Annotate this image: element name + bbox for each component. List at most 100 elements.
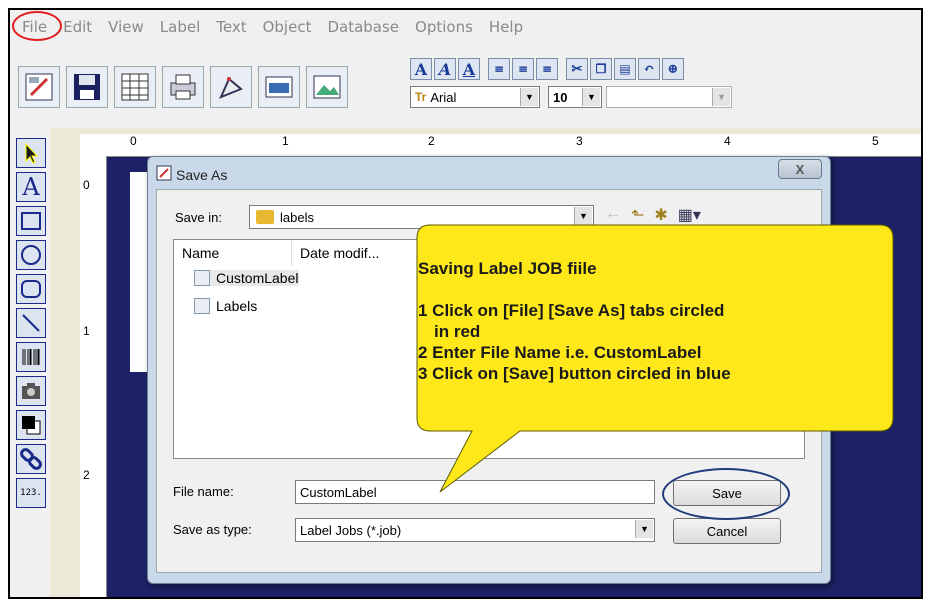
label-preview-button[interactable]	[258, 66, 300, 108]
callout-title: Saving Label JOB fiile	[418, 259, 597, 278]
font-size-value: 10	[553, 89, 568, 105]
file-name-input[interactable]: CustomLabel	[295, 480, 655, 504]
column-header-date[interactable]: Date modif...	[292, 240, 422, 266]
menu-text[interactable]: Text	[208, 18, 254, 36]
chevron-down-icon[interactable]: ▼	[574, 207, 592, 225]
ellipse-tool[interactable]	[16, 240, 46, 270]
ellipse-icon	[21, 245, 41, 265]
picture-icon	[313, 75, 341, 99]
bold-button[interactable]: A	[410, 58, 432, 80]
align-center-button[interactable]: ≡	[512, 58, 534, 80]
column-header-name[interactable]: Name	[174, 240, 292, 266]
font-size-select[interactable]: 10 ▼	[548, 86, 602, 108]
folder-nav-toolbar: ← ⬑ ✱ ▦▾	[605, 205, 701, 225]
save-in-label: Save in:	[175, 210, 222, 225]
align-right-icon: ≡	[541, 62, 553, 76]
chevron-down-icon[interactable]: ▼	[635, 520, 653, 538]
menu-object[interactable]: Object	[255, 18, 320, 36]
vertical-ruler: 0 1 2	[80, 156, 107, 597]
camera-icon	[22, 383, 40, 399]
save-in-select[interactable]: labels ▼	[249, 205, 594, 229]
copy-button[interactable]: ❐	[590, 58, 612, 80]
color-tool[interactable]	[16, 410, 46, 440]
align-left-button[interactable]: ≡	[488, 58, 510, 80]
chevron-down-icon[interactable]: ▼	[520, 88, 538, 106]
printer-icon	[170, 74, 196, 100]
callout-line: 2 Enter File Name i.e. CustomLabel	[418, 343, 702, 362]
rectangle-tool[interactable]	[16, 206, 46, 236]
barcode-tool[interactable]	[16, 342, 46, 372]
file-name-value: CustomLabel	[300, 484, 377, 500]
list-item[interactable]: Labels	[194, 298, 257, 314]
menu-edit[interactable]: Edit	[55, 18, 100, 36]
toolbar: A A A ≡ ≡ ≡ ✂ ❐ ▤ ↶ ⊕ Tr Arial ▼ 10 ▼ ▼	[10, 44, 921, 128]
file-icon	[194, 298, 210, 314]
edit-label-button[interactable]	[18, 66, 60, 108]
zoom-button[interactable]: ⊕	[662, 58, 684, 80]
chevron-down-icon[interactable]: ▼	[582, 88, 600, 106]
paste-button[interactable]: ▤	[614, 58, 636, 80]
file-type-label: Save as type:	[173, 522, 252, 537]
menu-options[interactable]: Options	[407, 18, 481, 36]
close-button[interactable]: X	[778, 159, 822, 179]
numbering-tool[interactable]: 123.	[16, 478, 46, 508]
line-icon	[22, 314, 40, 332]
align-right-button[interactable]: ≡	[536, 58, 558, 80]
pointer-select-button[interactable]	[210, 66, 252, 108]
arrow-pointer-icon	[25, 142, 39, 164]
save-toolbar-button[interactable]	[66, 66, 108, 108]
menu-help[interactable]: Help	[481, 18, 531, 36]
callout-text: Saving Label JOB fiile 1 Click on [File]…	[418, 258, 878, 384]
ruler-tick: 3	[576, 134, 583, 148]
folder-icon	[256, 210, 274, 224]
ruler-tick: 0	[83, 178, 90, 192]
font-name-value: Arial	[430, 89, 457, 105]
back-arrow-icon[interactable]: ←	[605, 205, 621, 225]
file-type-value: Label Jobs (*.job)	[300, 522, 402, 538]
paste-icon: ▤	[619, 62, 631, 76]
view-menu-icon[interactable]: ▦▾	[678, 205, 701, 225]
link-tool[interactable]	[16, 444, 46, 474]
zoom-plus-icon: ⊕	[667, 61, 679, 77]
color-swatch-icon	[22, 416, 41, 435]
underline-button[interactable]: A	[458, 58, 480, 80]
file-type-select[interactable]: Label Jobs (*.job) ▼	[295, 518, 655, 542]
menu-view[interactable]: View	[100, 18, 152, 36]
callout-line: 1 Click on [File] [Save As] tabs circled	[418, 301, 725, 320]
copy-icon: ❐	[595, 62, 607, 76]
ruler-tick: 1	[83, 324, 90, 338]
menu-label[interactable]: Label	[152, 18, 208, 36]
chevron-down-icon[interactable]: ▼	[712, 88, 730, 106]
cut-button[interactable]: ✂	[566, 58, 588, 80]
label-preview-icon	[265, 76, 293, 98]
close-icon: X	[795, 161, 805, 177]
undo-button[interactable]: ↶	[638, 58, 660, 80]
spreadsheet-icon	[121, 73, 149, 101]
truetype-font-icon: Tr	[415, 90, 427, 104]
ruler-tick: 2	[428, 134, 435, 148]
text-tool[interactable]: A	[16, 172, 46, 202]
print-button[interactable]	[162, 66, 204, 108]
database-button[interactable]	[114, 66, 156, 108]
save-button[interactable]: Save	[673, 480, 781, 506]
style-select[interactable]: ▼	[606, 86, 732, 108]
numbering-icon: 123.	[20, 488, 42, 498]
camera-tool[interactable]	[16, 376, 46, 406]
italic-button[interactable]: A	[434, 58, 456, 80]
cancel-button[interactable]: Cancel	[673, 518, 781, 544]
column-label: Name	[182, 245, 220, 261]
ruler-tick: 4	[724, 134, 731, 148]
menu-file[interactable]: File	[10, 18, 55, 36]
text-a-icon: A	[22, 173, 40, 201]
line-tool[interactable]	[16, 308, 46, 338]
image-button[interactable]	[306, 66, 348, 108]
select-tool[interactable]	[16, 138, 46, 168]
menu-database[interactable]: Database	[319, 18, 407, 36]
up-folder-icon[interactable]: ⬑	[631, 205, 644, 225]
edit-label-icon	[25, 73, 53, 101]
new-folder-icon[interactable]: ✱	[654, 205, 667, 225]
rounded-rect-tool[interactable]	[16, 274, 46, 304]
list-item[interactable]: CustomLabel	[194, 270, 299, 286]
file-icon	[194, 270, 210, 286]
font-name-select[interactable]: Tr Arial ▼	[410, 86, 540, 108]
